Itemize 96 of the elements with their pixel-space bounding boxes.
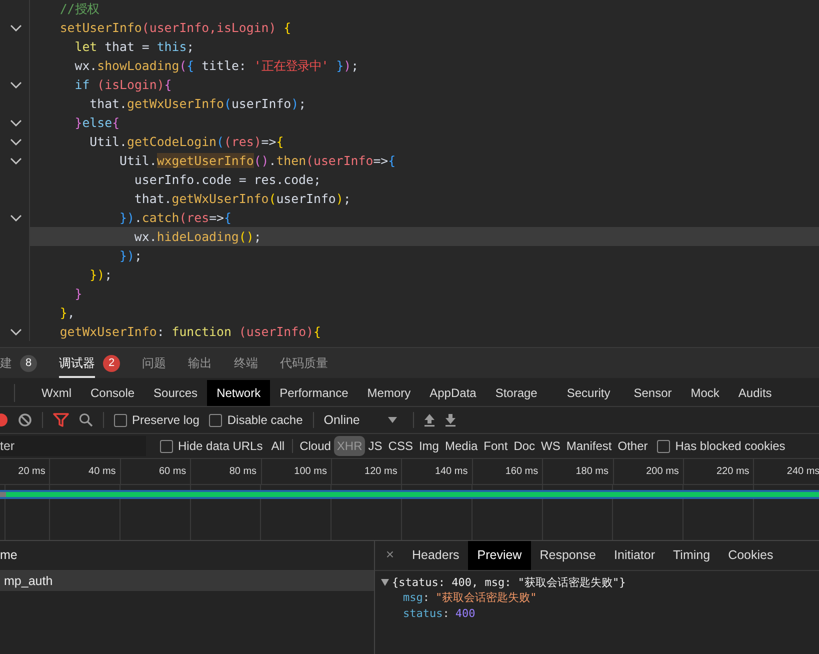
request-row[interactable]: mp_auth	[0, 571, 374, 591]
checkbox-label[interactable]: Preserve log	[132, 413, 200, 427]
checkbox-label[interactable]: Disable cache	[227, 413, 303, 427]
code-line: });	[118, 247, 143, 265]
close-button[interactable]: ×	[377, 541, 403, 570]
count-badge: 8	[20, 354, 37, 372]
devtools-tab[interactable]: AppData	[420, 380, 486, 406]
code-line: }).catch(res=>{	[118, 209, 232, 227]
devtools-tab[interactable]: Memory	[358, 380, 420, 406]
chevron-icon[interactable]	[10, 80, 22, 88]
devtools-tab[interactable]: Audits	[728, 380, 782, 406]
devtools-tab[interactable]: Mock	[681, 380, 729, 406]
devtools-tab[interactable]: Wxml	[32, 380, 81, 406]
json-field: msg: "获取会话密匙失败"	[381, 590, 819, 606]
tick-label: 140 ms	[434, 466, 468, 477]
filter-field[interactable]: ter	[0, 436, 146, 456]
type-filter-button[interactable]: Cloud	[297, 436, 334, 456]
type-filter-button[interactable]: JS	[366, 436, 385, 456]
tick-label: 80 ms	[229, 466, 257, 477]
checkbox[interactable]	[657, 440, 670, 452]
tick-label: 220 ms	[716, 466, 750, 477]
panel-tab[interactable]: 输出	[188, 348, 212, 378]
checkbox-label[interactable]: Has blocked cookies	[675, 439, 786, 453]
devtools-tab[interactable]: Performance	[270, 380, 358, 406]
code-line: }	[74, 285, 84, 303]
panel-tab[interactable]: 调试器	[59, 348, 95, 378]
details-tab[interactable]: Initiator	[605, 541, 664, 570]
tick-label: 240 ms	[786, 466, 819, 477]
tick-label: 20 ms	[18, 466, 46, 477]
checkbox-label[interactable]: Hide data URLs	[178, 439, 263, 453]
checkbox[interactable]	[114, 414, 127, 426]
search-icon[interactable]	[79, 413, 93, 427]
type-filter-button[interactable]: Manifest	[564, 436, 614, 456]
details-tab[interactable]: Preview	[468, 541, 531, 570]
checkbox[interactable]	[160, 440, 173, 452]
type-filter-button[interactable]: Img	[416, 436, 442, 456]
tick-label: 60 ms	[158, 466, 186, 477]
details-tab[interactable]: Cookies	[719, 541, 782, 570]
type-filter-button[interactable]: Other	[615, 436, 650, 456]
devtools-tab[interactable]: Storage	[486, 380, 547, 406]
code-line: that.getWxUserInfo(userInfo);	[133, 190, 352, 208]
type-filter-button[interactable]: All	[268, 436, 288, 456]
details-tab[interactable]: Headers	[403, 541, 468, 570]
devtools-tab[interactable]: Sensor	[624, 380, 682, 406]
clear-icon[interactable]	[18, 413, 32, 427]
checkbox[interactable]	[209, 414, 222, 426]
code-line: },	[58, 304, 76, 322]
filter-icon[interactable]	[53, 413, 69, 427]
panel-tab[interactable]: 问题	[142, 348, 166, 378]
panel-tab[interactable]: 代码质量	[280, 348, 328, 378]
chevron-icon[interactable]	[10, 24, 22, 32]
throttling-dropdown[interactable]: Online	[324, 413, 403, 427]
code-line: getWxUserInfo: function (userInfo){	[58, 323, 322, 341]
code-line: Util.wxgetUserInfo().then(userInfo=>{	[118, 152, 397, 170]
code-line: wx.showLoading({ title: '正在登录中' });	[74, 57, 360, 75]
json-summary: {status: 400, msg: "获取会话密匙失败"}	[392, 575, 626, 590]
type-filter-button[interactable]: CSS	[386, 436, 416, 456]
details-tab[interactable]: Timing	[664, 541, 720, 570]
code-line: userInfo.code = res.code;	[133, 171, 322, 189]
devtools-tab[interactable]: Security	[546, 380, 624, 406]
tick-label: 200 ms	[646, 466, 679, 477]
chevron-icon[interactable]	[10, 328, 22, 336]
chevron-icon[interactable]	[10, 118, 22, 126]
tick-label: 180 ms	[576, 466, 609, 477]
code-line: }else{	[74, 114, 121, 132]
type-filter-button[interactable]: Doc	[511, 436, 538, 456]
download-icon[interactable]	[444, 413, 456, 427]
expanded-triangle-icon[interactable]	[381, 579, 389, 586]
details-tab[interactable]: Response	[530, 541, 606, 570]
devtools-tab[interactable]: Network	[207, 380, 270, 406]
chevron-icon[interactable]	[10, 214, 22, 222]
panel-tab[interactable]: 建	[0, 348, 12, 378]
devtools-tab[interactable]: Sources	[144, 380, 208, 406]
count-badge: 2	[103, 354, 120, 372]
upload-icon[interactable]	[424, 413, 435, 427]
record-icon[interactable]	[0, 413, 8, 427]
chevron-icon[interactable]	[10, 138, 22, 146]
tick-label: 40 ms	[88, 466, 116, 477]
json-field: status: 400	[381, 606, 819, 622]
chevron-icon[interactable]	[10, 156, 22, 164]
code-line: });	[88, 266, 114, 284]
tick-label: 120 ms	[364, 466, 398, 477]
code-line: that.getWxUserInfo(userInfo);	[88, 95, 308, 113]
type-filter-button[interactable]: Media	[442, 436, 480, 456]
code-line: let that = this;	[74, 38, 196, 56]
tick-label: 160 ms	[505, 466, 538, 477]
dropdown-caret-icon	[388, 417, 397, 423]
type-filter-button[interactable]: Font	[481, 436, 510, 456]
tick-label: 100 ms	[294, 466, 327, 477]
panel-tab[interactable]: 终端	[234, 348, 258, 378]
code-line: if (isLogin){	[74, 76, 173, 94]
code-line: //授权	[58, 0, 100, 18]
code-line: setUserInfo(userInfo,isLogin) {	[58, 19, 292, 37]
devtools-tab[interactable]: Console	[81, 380, 144, 406]
code-line: Util.getCodeLogin((res)=>{	[88, 133, 285, 151]
type-filter-button[interactable]: WS	[538, 436, 563, 456]
